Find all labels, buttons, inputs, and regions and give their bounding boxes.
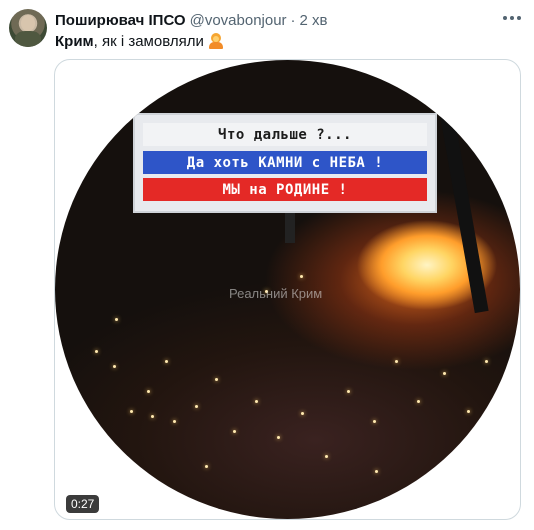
billboard-post	[285, 213, 295, 243]
person-raising-hand-icon	[208, 33, 224, 49]
watermark: Реальний Крим	[229, 286, 323, 301]
avatar[interactable]	[9, 9, 47, 47]
separator-dot: ·	[290, 11, 296, 29]
avatar-head	[21, 15, 35, 31]
avatar-body	[15, 31, 41, 47]
tweet-text-rest: , як і замовляли	[93, 32, 204, 50]
billboard-line-1: Что дальше ?...	[143, 123, 427, 146]
billboard: Что дальше ?... Да хоть КАМНИ с НЕБА ! М…	[133, 113, 437, 213]
video-frame[interactable]: Что дальше ?... Да хоть КАМНИ с НЕБА ! М…	[55, 60, 520, 519]
lamp-post	[440, 113, 489, 314]
author-handle[interactable]: @vovabonjour	[190, 12, 287, 29]
video-player[interactable]: Что дальше ?... Да хоть КАМНИ с НЕБА ! М…	[54, 59, 521, 520]
tweet[interactable]: Поширювач ІПСО @vovabonjour · 2 хв Крим …	[0, 0, 534, 530]
more-options-icon[interactable]	[500, 8, 524, 28]
billboard-line-3: МЫ на РОДИНЕ !	[143, 178, 427, 201]
tweet-header: Поширювач ІПСО @vovabonjour · 2 хв	[55, 10, 328, 30]
video-duration-badge: 0:27	[66, 495, 100, 513]
author-name[interactable]: Поширювач ІПСО	[55, 12, 186, 29]
tweet-text: Крим , як і замовляли	[55, 31, 224, 51]
timestamp[interactable]: 2 хв	[300, 12, 328, 29]
tweet-text-bold: Крим	[55, 32, 94, 50]
billboard-line-2: Да хоть КАМНИ с НЕБА !	[143, 151, 427, 174]
